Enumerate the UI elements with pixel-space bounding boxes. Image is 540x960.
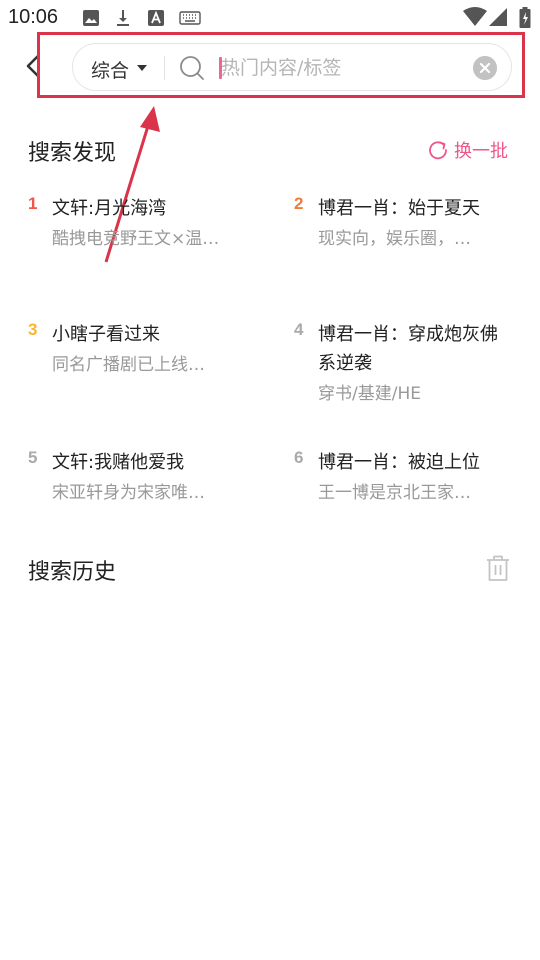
item-description: 酷拽电竞野王文×温… <box>52 229 220 249</box>
discover-item-1[interactable]: 1 文轩:月光海湾 酷拽电竞野王文×温… <box>28 194 252 251</box>
rank-number: 6 <box>294 448 304 467</box>
wifi-icon <box>463 7 487 26</box>
item-description: 宋亚轩身为宋家唯… <box>52 483 205 503</box>
keyboard-icon <box>179 11 201 25</box>
discover-item-5[interactable]: 5 文轩:我赌他爱我 宋亚轩身为宋家唯… <box>28 448 252 505</box>
discover-title: 搜索发现 <box>28 141 117 166</box>
refresh-icon <box>429 141 447 160</box>
item-title: 文轩:月光海湾 <box>52 198 167 219</box>
download-icon <box>117 10 129 26</box>
text-a-icon <box>148 10 164 26</box>
item-title: 博君一肖：被迫上位 <box>318 452 480 473</box>
item-title: 小瞎子看过来 <box>52 324 160 345</box>
history-title: 搜索历史 <box>28 560 117 585</box>
rank-number: 3 <box>28 320 38 339</box>
status-bar: 10:06 <box>0 0 540 36</box>
item-description: 现实向，娱乐圈，… <box>318 229 471 249</box>
status-time: 10:06 <box>8 6 59 28</box>
item-description: 穿书/基建/HE <box>318 384 421 404</box>
refresh-label: 换一批 <box>454 141 508 162</box>
discover-item-2[interactable]: 2 博君一肖：始于夏天 现实向，娱乐圈，… <box>294 194 518 251</box>
discover-item-6[interactable]: 6 博君一肖：被迫上位 王一博是京北王家… <box>294 448 518 505</box>
discover-item-3[interactable]: 3 小瞎子看过来 同名广播剧已上线… <box>28 320 252 377</box>
image-icon <box>83 10 99 26</box>
discover-item-4[interactable]: 4 博君一肖：穿成炮灰佛系逆袭 穿书/基建/HE <box>294 320 508 406</box>
item-title: 博君一肖：穿成炮灰佛系逆袭 <box>318 324 498 374</box>
signal-icon <box>489 8 507 26</box>
rank-number: 1 <box>28 194 38 213</box>
trash-icon[interactable] <box>485 554 511 582</box>
item-description: 同名广播剧已上线… <box>52 355 205 375</box>
item-description: 王一博是京北王家… <box>318 483 471 503</box>
rank-number: 4 <box>294 320 304 339</box>
item-title: 博君一肖：始于夏天 <box>318 198 480 219</box>
item-title: 文轩:我赌他爱我 <box>52 452 185 473</box>
battery-icon <box>519 7 531 28</box>
rank-number: 2 <box>294 194 304 213</box>
annotation-highlight-box <box>37 32 525 98</box>
rank-number: 5 <box>28 448 38 467</box>
